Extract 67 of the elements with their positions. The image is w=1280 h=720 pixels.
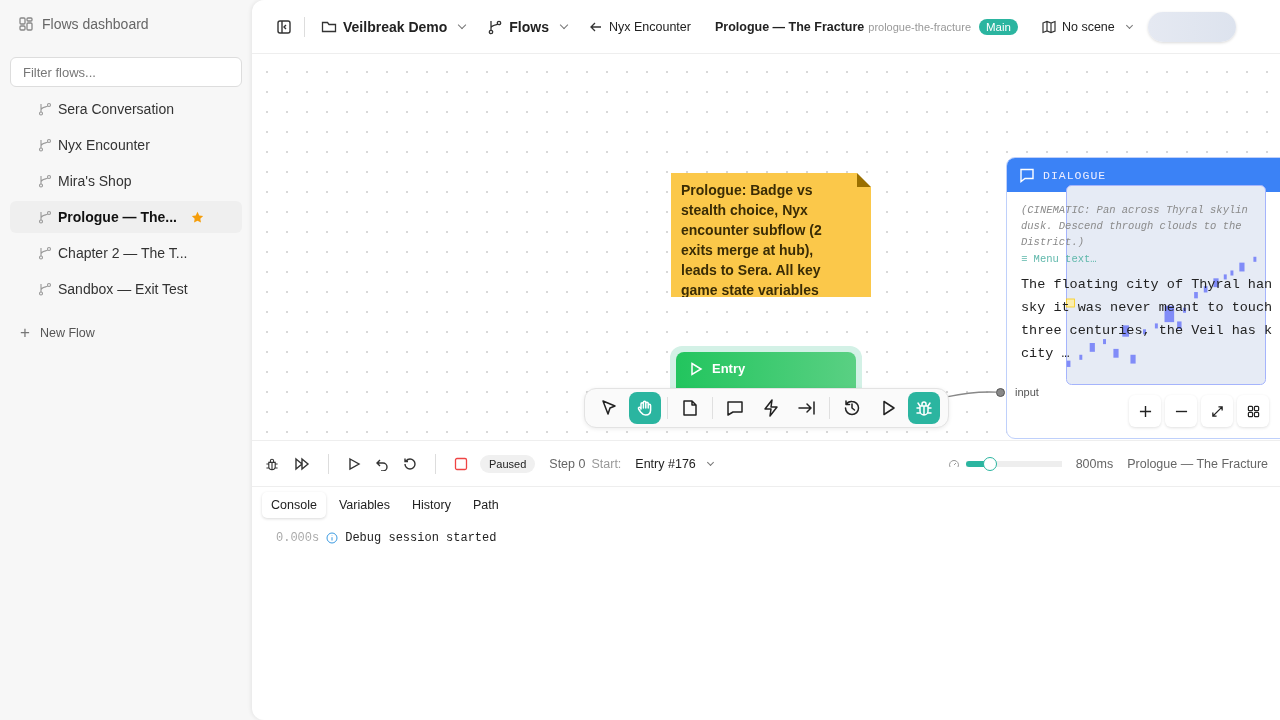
new-flow-button[interactable]: + New Flow bbox=[20, 323, 95, 343]
sidebar-title[interactable]: Flows dashboard bbox=[42, 16, 149, 32]
project-menu[interactable]: Veilbreak Demo bbox=[317, 14, 470, 39]
debug-icon bbox=[914, 398, 934, 418]
flow-slug: prologue-the-fracture bbox=[868, 20, 971, 33]
debug-flow-name: Prologue — The Fracture bbox=[1127, 456, 1268, 471]
fast-forward-icon[interactable] bbox=[294, 455, 310, 472]
debug-tab[interactable]: Path bbox=[463, 492, 508, 518]
sidebar-toggle-icon[interactable] bbox=[276, 18, 292, 35]
branch-icon bbox=[38, 174, 52, 188]
dialogue-text: The floating city of Thyral han sky it was never meant to touch three centuries, the Veil has k city … bbox=[1021, 276, 1274, 363]
branch-icon bbox=[38, 246, 52, 260]
note-icon bbox=[680, 398, 700, 418]
debug-tab[interactable]: Variables bbox=[329, 492, 400, 518]
dashboard-icon[interactable] bbox=[18, 16, 34, 32]
info-icon bbox=[326, 532, 339, 544]
main-badge: Main bbox=[979, 18, 1018, 35]
zoom-in-button[interactable] bbox=[1129, 395, 1161, 427]
input-port[interactable] bbox=[996, 388, 1005, 397]
filter-field[interactable]: Filter flows... bbox=[10, 57, 242, 87]
branch-icon bbox=[38, 282, 52, 296]
branch-icon bbox=[487, 18, 504, 35]
debug-tab[interactable]: Console bbox=[262, 492, 326, 518]
flow-item[interactable]: Chapter 2 — The T... bbox=[10, 237, 242, 269]
play-icon[interactable] bbox=[347, 456, 361, 471]
bolt-icon bbox=[761, 398, 781, 418]
status-badge: Paused bbox=[480, 454, 536, 473]
map-icon bbox=[1041, 19, 1056, 34]
back-link[interactable]: Nyx Encounter bbox=[584, 15, 695, 38]
menu-text: ≡ Menu text… bbox=[1021, 252, 1098, 267]
port-label: input bbox=[1015, 386, 1039, 398]
scene-menu[interactable]: No scene bbox=[1037, 15, 1136, 38]
speed-icon bbox=[947, 457, 960, 470]
dialogue-icon bbox=[725, 398, 745, 418]
flow-item[interactable]: Nyx Encounter bbox=[10, 129, 242, 161]
fit-view-button[interactable] bbox=[1201, 395, 1233, 427]
sticky-note[interactable]: Prologue: Badge vs stealth choice, Nyx encounter subflow (2 exits merge at hub), leads to Sera. All key game state variables bbox=[671, 173, 871, 297]
history-icon bbox=[842, 398, 862, 418]
play-icon bbox=[688, 361, 704, 377]
node-type-label: DIALOGUE bbox=[1043, 168, 1107, 182]
branch-icon bbox=[38, 138, 52, 152]
flow-item[interactable]: Mira's Shop bbox=[10, 165, 242, 197]
expand-icon bbox=[1210, 404, 1224, 418]
log-time: 0.000s bbox=[276, 531, 320, 545]
start-label: Start: bbox=[591, 456, 622, 471]
grid-icon bbox=[1246, 404, 1260, 418]
plus-icon bbox=[1138, 404, 1152, 418]
flow-item[interactable]: Sandbox — Exit Test bbox=[10, 273, 242, 305]
step-counter: Step 0 bbox=[549, 456, 586, 471]
debug-tab[interactable]: History bbox=[403, 492, 460, 518]
dialogue-node[interactable] bbox=[1006, 157, 1280, 439]
speed-reading: 800ms bbox=[1075, 456, 1114, 471]
star-icon bbox=[191, 210, 204, 224]
speech-bubble-icon bbox=[1019, 167, 1035, 183]
log-message: Debug session started bbox=[345, 531, 497, 545]
stop-icon[interactable] bbox=[454, 456, 468, 471]
restart-icon[interactable] bbox=[403, 456, 417, 471]
flows-menu[interactable]: Flows bbox=[483, 14, 571, 39]
exit-icon bbox=[797, 398, 817, 418]
pointer-icon bbox=[599, 398, 619, 418]
flow-title: Prologue — The Fracture bbox=[714, 19, 865, 34]
branch-icon bbox=[38, 210, 52, 224]
flow-item[interactable]: Prologue — The... bbox=[10, 201, 242, 233]
flow-item[interactable]: Sera Conversation bbox=[10, 93, 242, 125]
grid-button[interactable] bbox=[1237, 395, 1269, 427]
start-node-select[interactable]: Entry #176 bbox=[631, 452, 717, 475]
branch-icon bbox=[38, 102, 52, 116]
